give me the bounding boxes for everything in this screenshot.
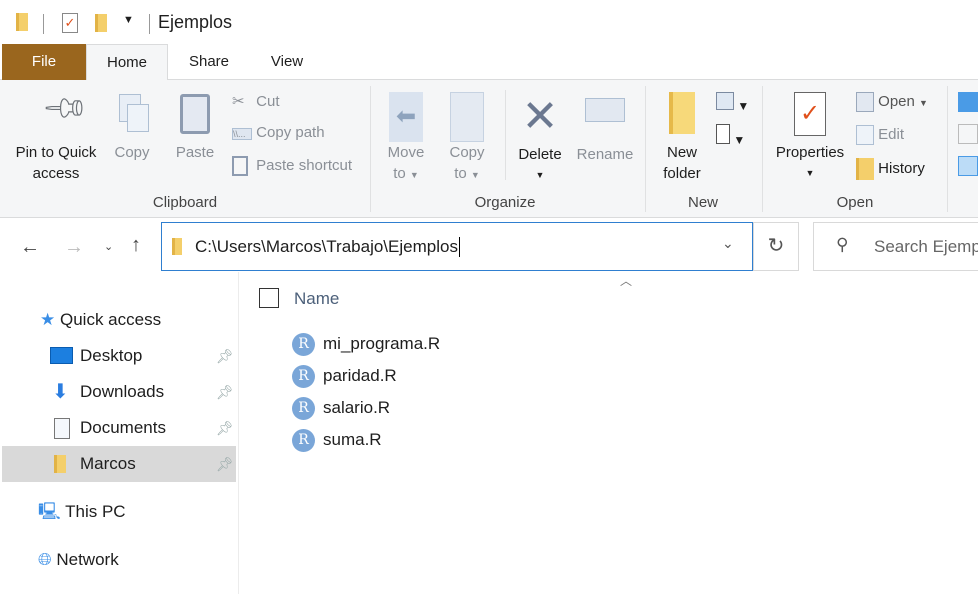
address-path[interactable]: C:\Users\Marcos\Trabajo\Ejemplos <box>195 237 460 257</box>
search-box[interactable]: ⚲ Search Ejemplos <box>813 222 978 271</box>
copy-icon <box>115 94 149 142</box>
new-folder-icon[interactable] <box>95 14 107 32</box>
cut-button[interactable]: ✂ Cut <box>232 92 280 110</box>
select-icons[interactable] <box>958 92 978 176</box>
folder-icon <box>669 92 695 134</box>
new-item-button[interactable]: ▼ <box>716 92 749 113</box>
forward-button[interactable]: → <box>64 236 84 259</box>
address-bar[interactable]: C:\Users\Marcos\Trabajo\Ejemplos ⌄ <box>161 222 753 271</box>
edit-icon <box>856 125 874 145</box>
window-title: Ejemplos <box>158 12 233 32</box>
recent-locations-button[interactable]: ⌄ <box>104 240 113 253</box>
file-item[interactable]: Rsuma.R <box>292 426 382 454</box>
tab-view[interactable]: View <box>256 44 318 80</box>
r-file-icon: R <box>292 429 315 453</box>
delete-button[interactable]: ✕ Delete ▼ <box>512 92 568 186</box>
refresh-button[interactable]: ↻ <box>753 222 799 271</box>
open-icon <box>856 92 874 112</box>
pin-icon[interactable]: 📌︎ <box>216 410 234 446</box>
history-button[interactable]: History <box>856 158 925 180</box>
nav-item-documents[interactable]: Documents 📌︎ <box>2 410 236 446</box>
easy-access-icon <box>716 124 730 144</box>
group-label-organize: Organize <box>474 194 536 211</box>
up-button[interactable]: ↑ <box>131 234 141 257</box>
rename-icon <box>585 98 625 122</box>
easy-access-button[interactable]: ▼ <box>716 124 745 147</box>
open-button[interactable]: Open ▼ <box>856 92 928 112</box>
delete-x-icon: ✕ <box>521 92 559 141</box>
move-to-icon: ⬅ <box>389 92 423 142</box>
new-folder-button[interactable]: New folder <box>654 92 710 184</box>
copy-button[interactable]: Copy <box>106 94 158 163</box>
file-item[interactable]: Rsalario.R <box>292 394 390 422</box>
title-bar: ✓ ▼ Ejemplos <box>0 0 978 44</box>
pin-icon[interactable]: 📌︎ <box>216 374 234 410</box>
search-placeholder: Search Ejemplos <box>874 237 978 256</box>
nav-quick-access[interactable]: ★ Quick access <box>40 302 220 338</box>
pin-to-quick-access-button[interactable]: 📌︎ Pin to Quick access <box>8 83 104 184</box>
paste-shortcut-icon <box>232 156 248 176</box>
history-icon <box>856 158 874 180</box>
clipboard-icon <box>180 94 210 134</box>
network-icon: 🌐︎ <box>38 550 52 569</box>
r-file-icon: R <box>292 397 315 421</box>
rename-button[interactable]: Rename <box>574 92 636 165</box>
properties-button[interactable]: ✓ Properties ▼ <box>770 92 850 184</box>
tab-home[interactable]: Home <box>86 44 168 81</box>
move-to-button[interactable]: ⬅ Move to ▼ <box>380 92 432 186</box>
sort-indicator-icon: ︿ <box>620 274 633 288</box>
group-label-new: New <box>687 194 718 211</box>
properties-icon[interactable]: ✓ <box>62 13 78 33</box>
customize-toolbar-icon[interactable]: ▼ <box>123 14 134 26</box>
edit-button[interactable]: Edit <box>856 125 904 145</box>
group-label-open: Open <box>836 194 874 211</box>
folder-icon <box>54 455 66 473</box>
copy-path-icon: \\... <box>232 128 252 140</box>
download-arrow-icon: ⬇ <box>52 381 69 403</box>
column-header-name[interactable]: Name <box>294 289 339 309</box>
navigation-pane: ★ Quick access Desktop 📌︎ ⬇ Downloads 📌︎ Do… <box>0 272 239 594</box>
copy-to-icon <box>450 92 484 142</box>
properties-icon: ✓ <box>794 92 826 136</box>
back-button[interactable]: ← <box>20 236 40 259</box>
copy-path-button[interactable]: \\... Copy path <box>232 124 325 141</box>
copy-to-button[interactable]: Copy to ▼ <box>440 92 494 186</box>
select-all-checkbox[interactable] <box>259 288 279 308</box>
star-icon: ★ <box>40 310 56 329</box>
file-item[interactable]: Rparidad.R <box>292 362 397 390</box>
r-file-icon: R <box>292 365 315 389</box>
paste-shortcut-button[interactable]: Paste shortcut <box>232 156 352 176</box>
file-item[interactable]: Rmi_programa.R <box>292 330 440 358</box>
nav-item-marcos[interactable]: Marcos 📌︎ <box>2 446 236 482</box>
tab-share[interactable]: Share <box>176 44 242 80</box>
computer-icon: 🖳︎ <box>38 502 61 521</box>
paste-button[interactable]: Paste <box>168 94 222 163</box>
scissors-icon: ✂ <box>232 93 245 110</box>
documents-icon <box>54 418 70 439</box>
ribbon-tabs: File Home Share View <box>0 44 978 81</box>
r-file-icon: R <box>292 333 315 357</box>
pin-icon[interactable]: 📌︎ <box>216 446 234 482</box>
group-label-clipboard: Clipboard <box>152 194 218 211</box>
pin-icon[interactable]: 📌︎ <box>216 338 234 374</box>
new-item-icon <box>716 92 734 110</box>
nav-item-desktop[interactable]: Desktop 📌︎ <box>2 338 236 374</box>
nav-this-pc[interactable]: 🖳︎ This PC <box>38 494 218 530</box>
address-dropdown-icon[interactable]: ⌄ <box>722 235 734 252</box>
search-icon: ⚲ <box>836 235 849 254</box>
folder-icon <box>172 238 182 255</box>
ribbon: 📌︎ Pin to Quick access Copy Paste ✂ Cut \… <box>0 80 978 218</box>
nav-item-downloads[interactable]: ⬇ Downloads 📌︎ <box>2 374 236 410</box>
nav-network[interactable]: 🌐︎ Network <box>38 542 218 578</box>
folder-icon <box>16 13 28 31</box>
desktop-icon <box>50 347 73 364</box>
